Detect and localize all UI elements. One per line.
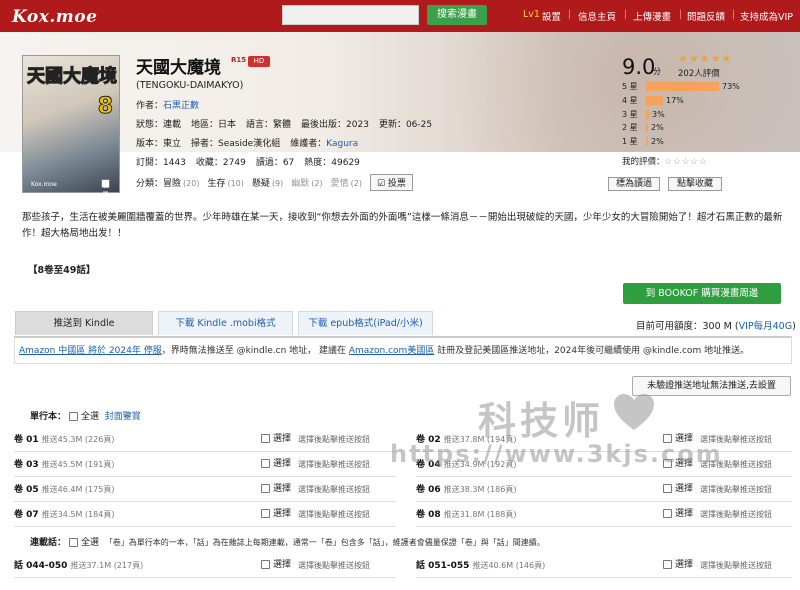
rating-bar xyxy=(646,96,663,105)
stats-line: 訂閱：1443 收藏：2749 讀過：67 熱度：49629 xyxy=(136,158,360,168)
watermark-url: https://www.3kjs.com xyxy=(390,440,723,468)
user-level-badge: Lv1 xyxy=(523,9,540,20)
rating-count: 202人評價 xyxy=(678,69,720,79)
list-item: 卷 03 推送45.5M (191頁) 選擇 選擇後點擊推送按鈕 xyxy=(14,452,396,477)
category-survival[interactable]: 生存 xyxy=(207,179,225,189)
rating-unit: 分 xyxy=(653,67,661,76)
category-adventure[interactable]: 冒險 xyxy=(163,179,181,189)
cover-gallery-link[interactable]: 封面鑒賞 xyxy=(105,412,141,422)
select-checkbox[interactable] xyxy=(663,560,672,569)
rating-bar xyxy=(646,137,648,146)
select-all-volumes-checkbox[interactable] xyxy=(69,412,79,421)
author-line: 作者：石黒正數 xyxy=(136,101,200,111)
rating-bar xyxy=(646,82,719,91)
rating-row-5: 5 星 73% xyxy=(622,82,740,91)
cover-site: Kox.moe xyxy=(31,181,57,188)
maintainer-link[interactable]: Kagura xyxy=(326,139,358,149)
cover-image[interactable]: 天國大魔境 8 Kox.moe 石黒正數 xyxy=(22,55,120,219)
rating-row-2: 2 星 2% xyxy=(622,123,664,132)
tab-kindle-push[interactable]: 推送到 Kindle xyxy=(15,311,153,335)
rating-row-3: 3 星 3% xyxy=(622,110,665,119)
mark-read-button[interactable]: 標為讀過 xyxy=(608,177,660,191)
author-link[interactable]: 石黒正數 xyxy=(163,101,199,111)
site-logo[interactable]: Kox.moe xyxy=(12,7,97,27)
nav-divider: | xyxy=(732,9,736,20)
nav-profile[interactable]: 信息主頁 xyxy=(578,9,616,23)
favorite-button[interactable]: 點擊收藏 xyxy=(668,177,722,191)
select-checkbox[interactable] xyxy=(261,560,270,569)
list-item: 卷 01 推送45.3M (226頁) 選擇 選擇後點擊推送按鈕 xyxy=(14,427,396,452)
nav-divider: | xyxy=(568,9,572,20)
rating-bar xyxy=(646,123,648,132)
category-humor[interactable]: 幽默 xyxy=(291,179,309,189)
select-checkbox[interactable] xyxy=(261,509,270,518)
list-item: 話 044-050 推送37.1M (217頁) 選擇 選擇後點擊推送按鈕 xyxy=(14,553,396,578)
list-item: 卷 05 推送46.4M (175頁) 選擇 選擇後點擊推送按鈕 xyxy=(14,477,396,502)
nav-settings[interactable]: 設置 xyxy=(542,9,561,23)
hero-background xyxy=(0,32,800,152)
nav-divider: | xyxy=(624,9,628,20)
description: 那些孩子，生活在被美麗圍牆覆蓋的世界。少年時雄在某一天，接收到“你想去外面的外面… xyxy=(22,212,783,239)
search-button[interactable]: 搜索漫畫 xyxy=(427,5,487,25)
amazon-cn-link[interactable]: Amazon 中國區 將於 2024年 停服 xyxy=(19,346,162,356)
nav-upload[interactable]: 上傳漫畫 xyxy=(633,9,671,23)
cover-volume-number: 8 xyxy=(97,94,113,120)
watermark-heart-icon xyxy=(614,394,654,430)
tab-download-mobi[interactable]: 下載 Kindle .mobi格式 xyxy=(158,311,293,335)
select-checkbox[interactable] xyxy=(261,434,270,443)
cover-author: 石黒正數 xyxy=(101,179,110,219)
amazon-us-link[interactable]: Amazon.com美國區 xyxy=(349,346,434,356)
watermark-text: 科技师 xyxy=(478,399,605,443)
status-line: 狀態：連載 地區：日本 語言：繁體 最後出版：2023 更新：06-25 xyxy=(136,120,433,130)
rating-score: 9.0 xyxy=(622,55,656,79)
category-line: 分類：冒險 (20) 生存 (10) 懸疑 (9) 幽默 (2) 愛情 (2) ☑ 投票 xyxy=(136,174,423,191)
bookof-button[interactable]: 到 BOOKOF 購買漫畫周邊 xyxy=(623,283,781,304)
edition-line: 版本：東立 掃者：Seaside漢化組 維護者：Kagura xyxy=(136,139,359,149)
manga-title: 天國大魔境 xyxy=(136,58,221,78)
amazon-notice: Amazon 中國區 將於 2024年 停服，界時無法推送至 @kindle.c… xyxy=(14,336,792,364)
nav-feedback[interactable]: 問題反饋 xyxy=(687,9,725,23)
vip-link[interactable]: VIP每月40G xyxy=(739,321,792,332)
search-input[interactable] xyxy=(282,5,419,25)
my-rating: 我的評價：☆☆☆☆☆ xyxy=(622,157,708,167)
rating-stars: ★★★★★ xyxy=(678,52,733,65)
vote-button[interactable]: ☑ 投票 xyxy=(369,174,413,191)
nav-divider: | xyxy=(679,9,683,20)
r15-badge: R15 xyxy=(231,56,247,64)
serial-header: 連載話： 全選 「卷」為單行本的一本，「話」為在雜誌上每期連載，通常一「卷」包含多… xyxy=(30,538,545,548)
category-mystery[interactable]: 懸疑 xyxy=(252,179,270,189)
cover-title: 天國大魔境 xyxy=(27,66,118,88)
category-romance[interactable]: 愛情 xyxy=(331,179,349,189)
list-item: 卷 06 推送38.3M (186頁) 選擇 選擇後點擊推送按鈕 xyxy=(416,477,792,502)
select-all-serial-checkbox[interactable] xyxy=(69,538,79,547)
select-checkbox[interactable] xyxy=(261,459,270,468)
rating-bar xyxy=(646,110,649,119)
tab-download-epub[interactable]: 下載 epub格式(iPad/小米) xyxy=(298,311,433,335)
volume-range: 【8卷至49話】 xyxy=(28,265,96,276)
nav-vip[interactable]: 支持成為VIP xyxy=(740,9,793,23)
list-item: 話 051-055 推送40.6M (146頁) 選擇 選擇後點擊推送按鈕 xyxy=(416,553,792,578)
hd-badge: HD xyxy=(248,56,270,67)
rating-row-1: 1 星 2% xyxy=(622,137,664,146)
select-checkbox[interactable] xyxy=(663,509,672,518)
volumes-header: 單行本： 全選 封面鑒賞 xyxy=(30,412,141,422)
quota-info: 目前可用額度：300 M (VIP每月40G) xyxy=(636,321,796,332)
my-rating-stars[interactable]: ☆☆☆☆☆ xyxy=(665,157,708,167)
original-title: (TENGOKU-DAIMAKYO) xyxy=(136,80,244,91)
list-item: 卷 08 推送31.8M (188頁) 選擇 選擇後點擊推送按鈕 xyxy=(416,502,792,527)
select-checkbox[interactable] xyxy=(663,484,672,493)
list-item: 卷 07 推送34.5M (184頁) 選擇 選擇後點擊推送按鈕 xyxy=(14,502,396,527)
rating-row-4: 4 星 17% xyxy=(622,96,684,105)
select-checkbox[interactable] xyxy=(261,484,270,493)
